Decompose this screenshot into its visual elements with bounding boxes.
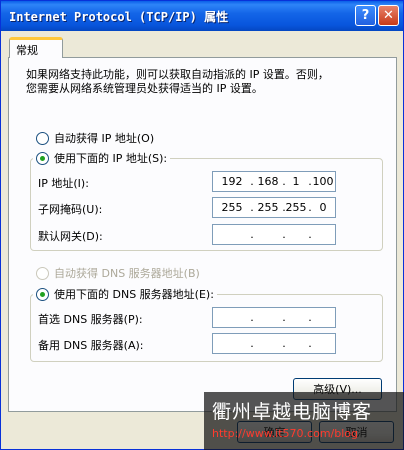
- octet-1: 255: [221, 201, 243, 214]
- watermark-url: http://www.it570.com/blog: [212, 427, 358, 440]
- octet-dot: .: [308, 337, 312, 350]
- octet-dot: .: [250, 175, 254, 188]
- auto-dns-label: 自动获得 DNS 服务器地址(B): [54, 267, 200, 280]
- radio-circle-icon: [36, 131, 49, 145]
- octet-2: 255: [257, 201, 279, 214]
- subnet-mask-label: 子网掩码(U):: [38, 203, 103, 216]
- preferred-dns-field[interactable]: . . .: [212, 307, 336, 328]
- auto-dns-radio[interactable]: 自动获得 DNS 服务器地址(B): [36, 265, 200, 281]
- octet-dot: .: [250, 311, 254, 324]
- octet-dot: .: [282, 337, 286, 350]
- help-button[interactable]: ?: [355, 5, 376, 26]
- octet-dot: .: [308, 228, 312, 241]
- general-tab-panel: 如果网络支持此功能，则可以获取自动指派的 IP 设置。否则， 您需要从网络系统管…: [8, 57, 397, 412]
- subnet-mask-field[interactable]: 255 . 255 . 255 . 0: [212, 197, 336, 218]
- alternate-dns-label: 备用 DNS 服务器(A):: [38, 339, 144, 352]
- tab-general[interactable]: 常规: [9, 37, 63, 58]
- octet-3: 1: [292, 175, 300, 188]
- radio-circle-icon: [36, 266, 49, 280]
- octet-4: 0: [319, 201, 327, 214]
- auto-ip-label: 自动获得 IP 地址(O): [54, 132, 155, 145]
- manual-ip-label: 使用下面的 IP 地址(S):: [54, 152, 168, 165]
- octet-dot: .: [282, 311, 286, 324]
- ip-address-field[interactable]: 192 . 168 . 1 . 100: [212, 171, 336, 192]
- ip-address-label: IP 地址(I):: [38, 177, 89, 190]
- octet-4: 100: [312, 175, 334, 188]
- question-icon: ?: [361, 8, 370, 23]
- octet-dot: .: [282, 228, 286, 241]
- watermark-title: 衢州卓越电脑博客: [212, 401, 373, 423]
- radio-checked-icon: [36, 151, 49, 165]
- octet-3: 255: [285, 201, 307, 214]
- octet-dot: .: [250, 337, 254, 350]
- close-button[interactable]: ✕: [378, 5, 399, 26]
- title-bar[interactable]: Internet Protocol (TCP/IP) 属性 ? ✕: [1, 1, 403, 31]
- default-gateway-field[interactable]: . . .: [212, 224, 336, 245]
- alternate-dns-field[interactable]: . . .: [212, 333, 336, 354]
- close-icon: ✕: [383, 8, 394, 23]
- preferred-dns-label: 首选 DNS 服务器(P):: [38, 313, 143, 326]
- octet-2: 168: [257, 175, 279, 188]
- manual-dns-radio[interactable]: 使用下面的 DNS 服务器地址(E):: [33, 286, 217, 302]
- default-gateway-label: 默认网关(D):: [38, 230, 103, 243]
- manual-dns-label: 使用下面的 DNS 服务器地址(E):: [54, 288, 214, 301]
- octet-dot: .: [250, 201, 254, 214]
- watermark-overlay: 衢州卓越电脑博客 http://www.it570.com/blog: [204, 392, 404, 450]
- intro-text: 如果网络支持此功能，则可以获取自动指派的 IP 设置。否则， 您需要从网络系统管…: [26, 68, 329, 95]
- manual-ip-radio[interactable]: 使用下面的 IP 地址(S):: [33, 150, 171, 166]
- octet-dot: .: [308, 311, 312, 324]
- window-title: Internet Protocol (TCP/IP) 属性: [9, 10, 229, 24]
- octet-1: 192: [221, 175, 243, 188]
- radio-checked-icon: [36, 287, 49, 301]
- octet-dot: .: [250, 228, 254, 241]
- auto-ip-radio[interactable]: 自动获得 IP 地址(O): [36, 130, 154, 146]
- tcpip-properties-dialog: Internet Protocol (TCP/IP) 属性 ? ✕ 常规 如果网…: [0, 0, 404, 450]
